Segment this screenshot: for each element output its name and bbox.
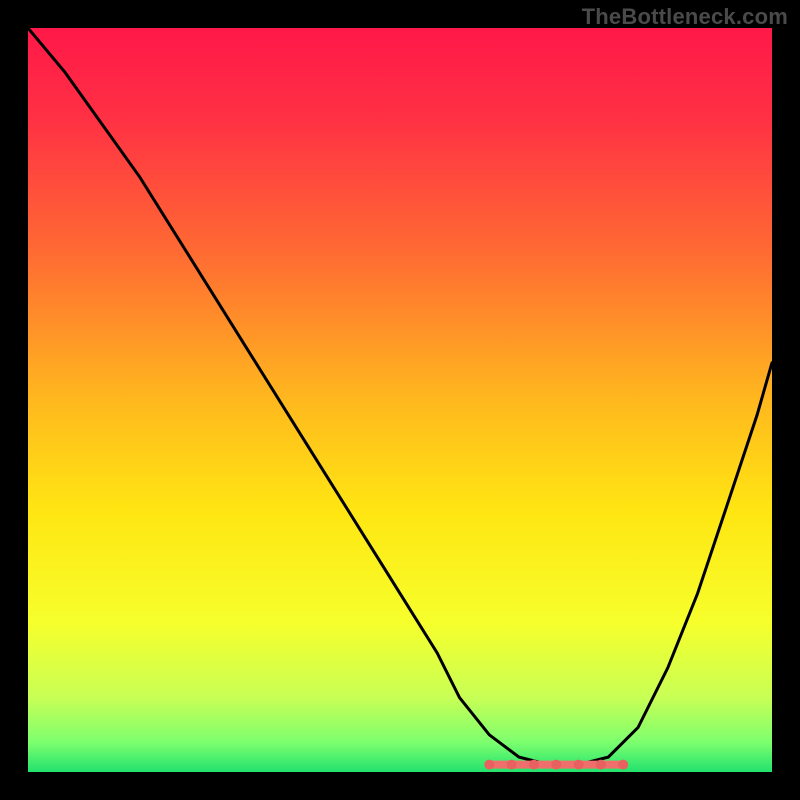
gradient-panel	[28, 28, 772, 772]
watermark-text: TheBottleneck.com	[582, 4, 788, 30]
optimal-dot	[507, 760, 517, 770]
optimal-dot	[596, 760, 606, 770]
bottleneck-plot	[0, 0, 800, 800]
optimal-dot	[574, 760, 584, 770]
optimal-dot	[618, 760, 628, 770]
chart-container: TheBottleneck.com	[0, 0, 800, 800]
optimal-dot	[484, 760, 494, 770]
optimal-dot	[551, 760, 561, 770]
optimal-dot	[529, 760, 539, 770]
